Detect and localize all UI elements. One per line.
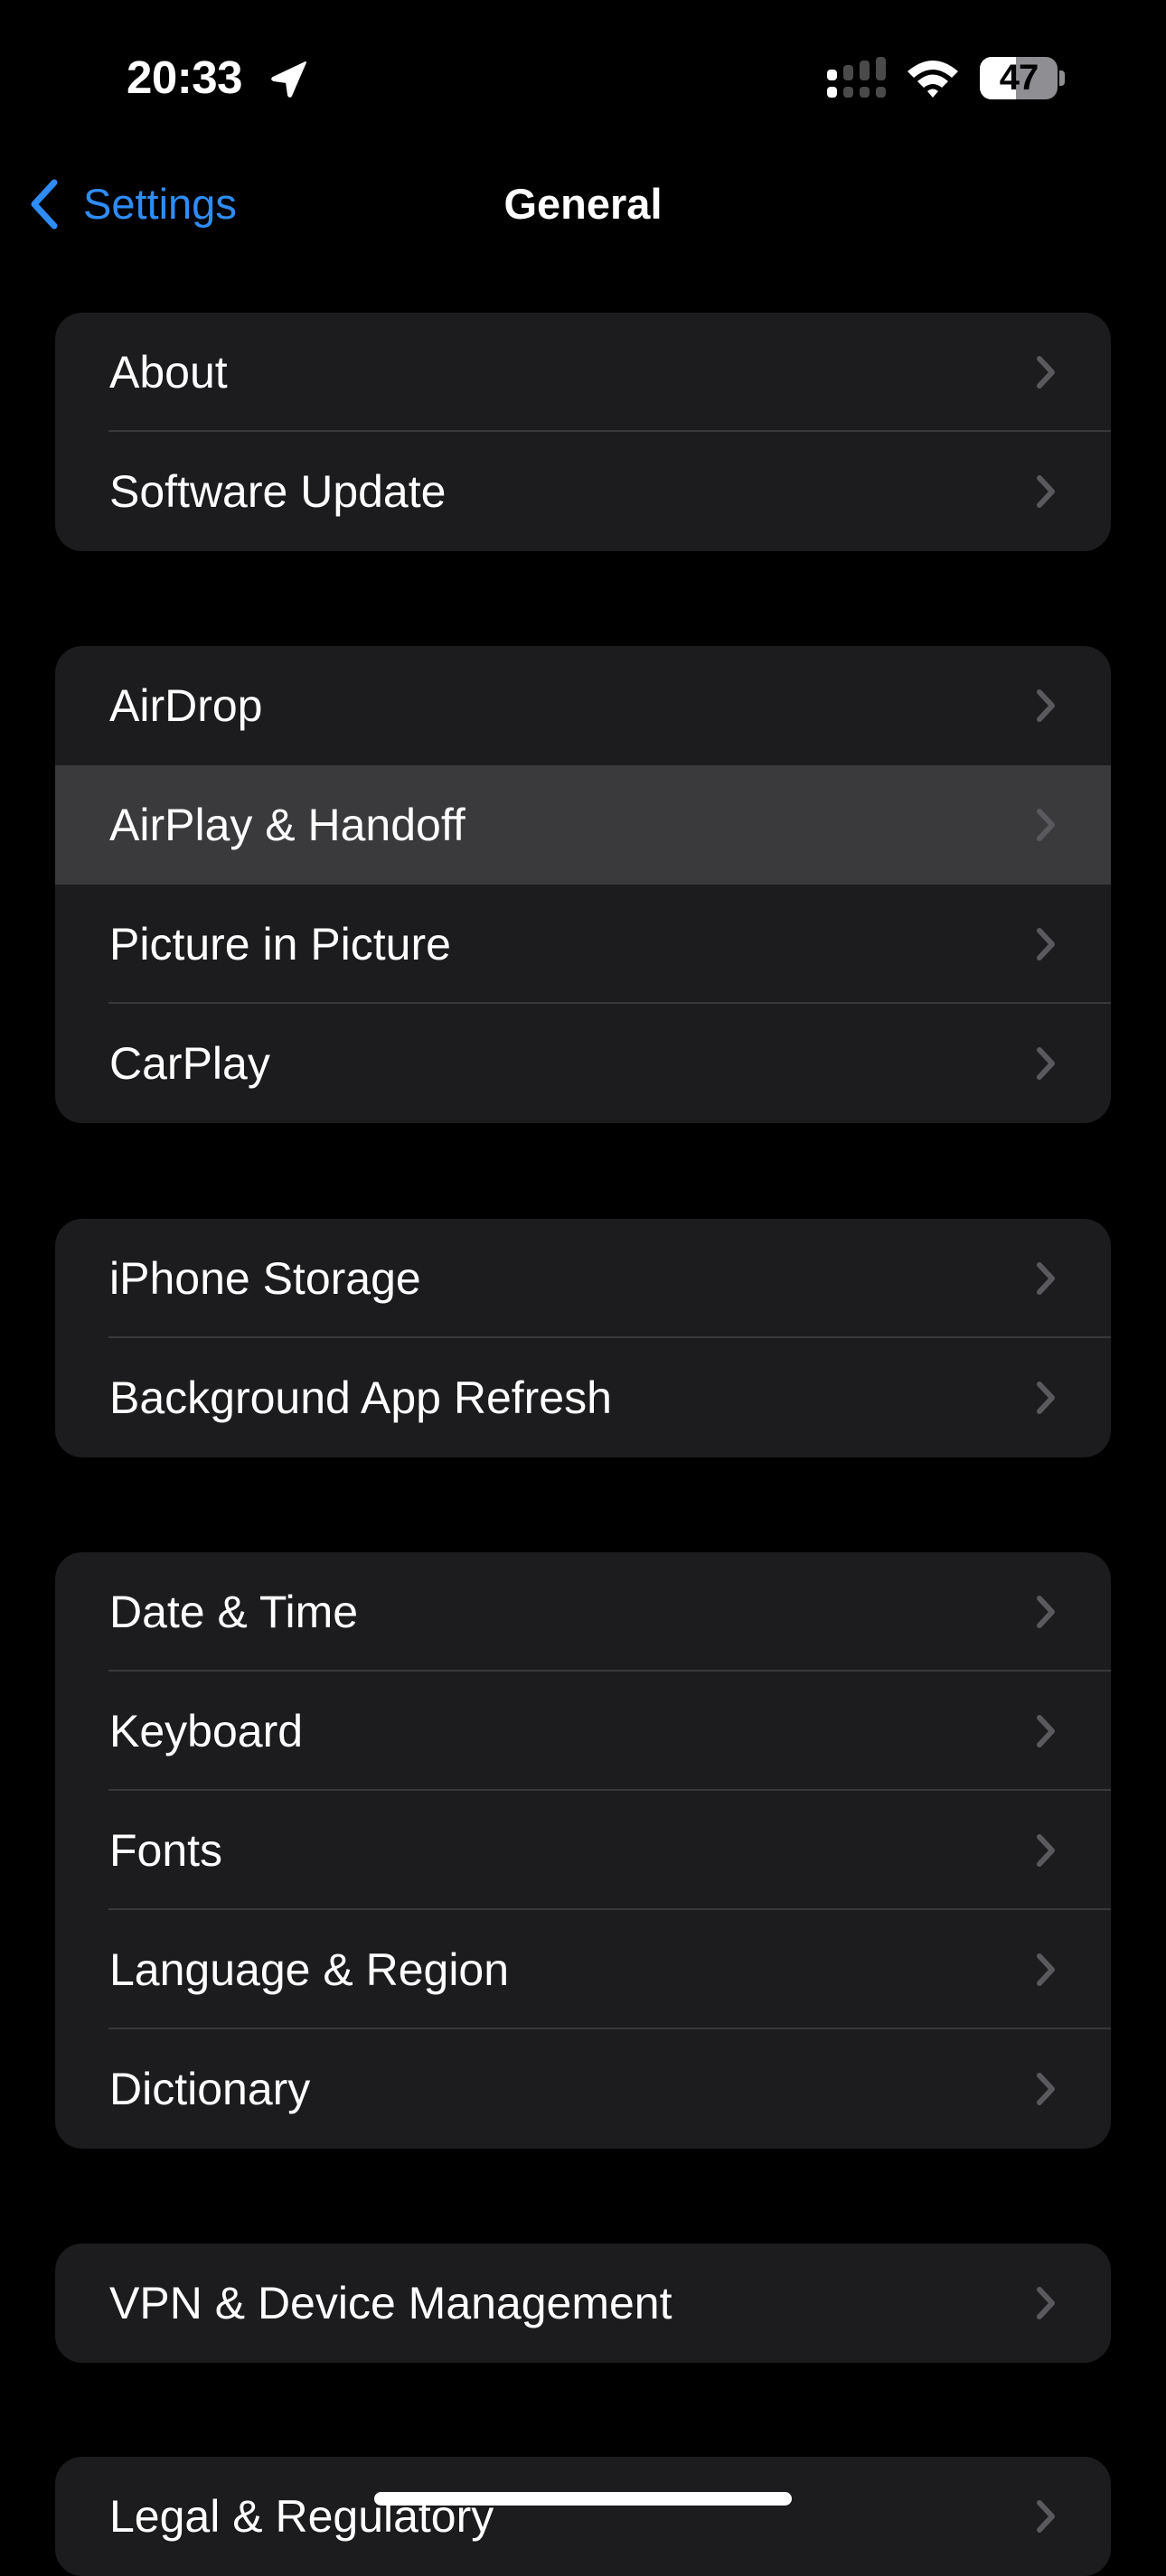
home-indicator[interactable] — [374, 2492, 792, 2506]
row-background-app-refresh[interactable]: Background App Refresh — [55, 1338, 1111, 1457]
status-time: 20:33 — [127, 52, 242, 103]
chevron-right-icon — [1037, 689, 1055, 722]
settings-group-6: Legal & Regulatory — [55, 2457, 1111, 2576]
chevron-right-icon — [1037, 1382, 1055, 1414]
row-label: Background App Refresh — [109, 1372, 612, 1423]
row-legal-regulatory[interactable]: Legal & Regulatory — [55, 2457, 1111, 2576]
settings-group-4: Date & Time Keyboard Fonts Language & Re… — [55, 1552, 1111, 2149]
row-dictionary[interactable]: Dictionary — [55, 2029, 1111, 2149]
row-label: Dictionary — [109, 2064, 311, 2114]
settings-group-3: iPhone Storage Background App Refresh — [55, 1219, 1111, 1457]
row-airplay-handoff[interactable]: AirPlay & Handoff — [55, 765, 1111, 885]
row-carplay[interactable]: CarPlay — [55, 1004, 1111, 1123]
row-date-time[interactable]: Date & Time — [55, 1552, 1111, 1672]
chevron-right-icon — [1037, 1047, 1055, 1080]
battery-nub — [1059, 70, 1065, 86]
row-label: VPN & Device Management — [109, 2278, 672, 2328]
row-airdrop[interactable]: AirDrop — [55, 646, 1111, 765]
row-label: Keyboard — [109, 1706, 304, 1756]
chevron-right-icon — [1037, 1715, 1055, 1747]
row-vpn-device-management[interactable]: VPN & Device Management — [55, 2243, 1111, 2363]
chevron-right-icon — [1037, 1953, 1055, 1986]
row-label: AirDrop — [109, 680, 263, 731]
row-label: AirPlay & Handoff — [109, 800, 465, 850]
row-label: About — [109, 347, 228, 398]
chevron-right-icon — [1037, 2073, 1055, 2105]
cellular-signal-icon — [827, 57, 886, 98]
row-label: Software Update — [109, 466, 447, 517]
battery-indicator: 47 — [980, 57, 1058, 99]
chevron-right-icon — [1037, 356, 1055, 389]
row-label: Language & Region — [109, 1944, 510, 1995]
chevron-right-icon — [1037, 1596, 1055, 1628]
row-iphone-storage[interactable]: iPhone Storage — [55, 1219, 1111, 1338]
chevron-right-icon — [1037, 475, 1055, 508]
settings-group-2: AirDrop AirPlay & Handoff Picture in Pic… — [55, 646, 1111, 1123]
chevron-right-icon — [1037, 1834, 1055, 1867]
row-keyboard[interactable]: Keyboard — [55, 1672, 1111, 1791]
row-label: CarPlay — [109, 1038, 270, 1089]
row-label: iPhone Storage — [109, 1253, 421, 1304]
chevron-right-icon — [1037, 1262, 1055, 1295]
chevron-right-icon — [1037, 2287, 1055, 2319]
settings-group-5: VPN & Device Management — [55, 2243, 1111, 2363]
chevron-right-icon — [1037, 809, 1055, 841]
row-label: Fonts — [109, 1825, 223, 1876]
row-picture-in-picture[interactable]: Picture in Picture — [55, 885, 1111, 1004]
battery-percent: 47 — [999, 58, 1039, 98]
row-label: Picture in Picture — [109, 919, 451, 970]
row-label: Date & Time — [109, 1587, 359, 1637]
page-title: General — [503, 180, 663, 228]
row-language-region[interactable]: Language & Region — [55, 1910, 1111, 2029]
settings-group-1: About Software Update — [55, 313, 1111, 551]
wifi-icon — [907, 61, 958, 98]
chevron-right-icon — [1037, 928, 1055, 960]
row-fonts[interactable]: Fonts — [55, 1791, 1111, 1910]
location-arrow-icon — [271, 61, 306, 98]
row-software-update[interactable]: Software Update — [55, 432, 1111, 551]
row-about[interactable]: About — [55, 313, 1111, 432]
chevron-right-icon — [1037, 2500, 1055, 2533]
